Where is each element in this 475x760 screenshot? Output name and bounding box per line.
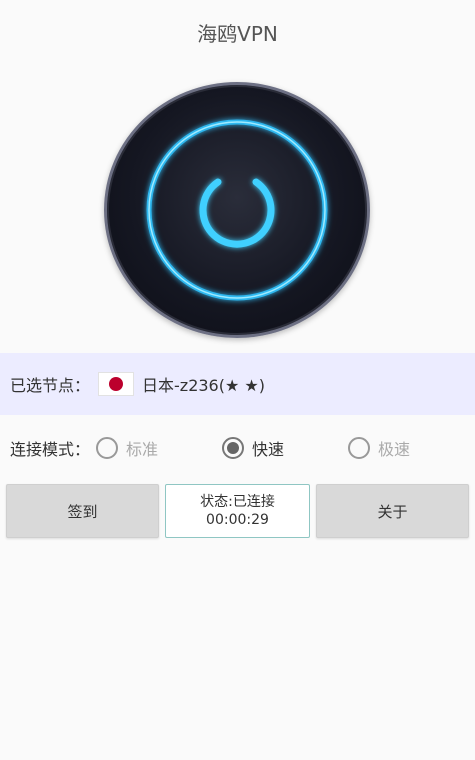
- connection-mode-row: 连接模式： 标准 快速 极速: [0, 428, 475, 468]
- checkin-label: 签到: [67, 502, 98, 521]
- mode-option-label: 极速: [378, 440, 411, 459]
- power-icon: [146, 119, 328, 301]
- mode-label: 连接模式：: [10, 440, 91, 459]
- mode-radio-standard[interactable]: 标准: [96, 436, 158, 460]
- mode-radio-extreme[interactable]: 极速: [348, 436, 410, 460]
- radio-checked-icon: [222, 437, 244, 459]
- radio-unchecked-icon: [348, 437, 370, 459]
- app-title-bar: 海鸥VPN: [0, 0, 475, 64]
- mode-radio-fast[interactable]: 快速: [222, 436, 284, 460]
- node-name: 日本-z236(★ ★): [142, 376, 265, 395]
- about-button[interactable]: 关于: [316, 484, 469, 538]
- power-button[interactable]: [104, 82, 370, 338]
- action-button-row: 签到 状态:已连接 00:00:29 关于: [0, 484, 475, 540]
- connection-timer: 00:00:29: [206, 512, 269, 528]
- mode-option-label: 标准: [126, 440, 159, 459]
- about-label: 关于: [377, 502, 408, 521]
- selected-node-bar[interactable]: 已选节点： 日本-z236(★ ★): [0, 353, 475, 415]
- connection-status-box: 状态:已连接 00:00:29: [165, 484, 310, 538]
- checkin-button[interactable]: 签到: [6, 484, 159, 538]
- node-label: 已选节点：: [10, 376, 91, 395]
- status-text: 状态:已连接: [200, 494, 275, 510]
- radio-unchecked-icon: [96, 437, 118, 459]
- mode-option-label: 快速: [252, 440, 285, 459]
- app-title: 海鸥VPN: [197, 21, 278, 46]
- power-button-container: [101, 80, 373, 340]
- japan-flag-icon: [98, 372, 135, 396]
